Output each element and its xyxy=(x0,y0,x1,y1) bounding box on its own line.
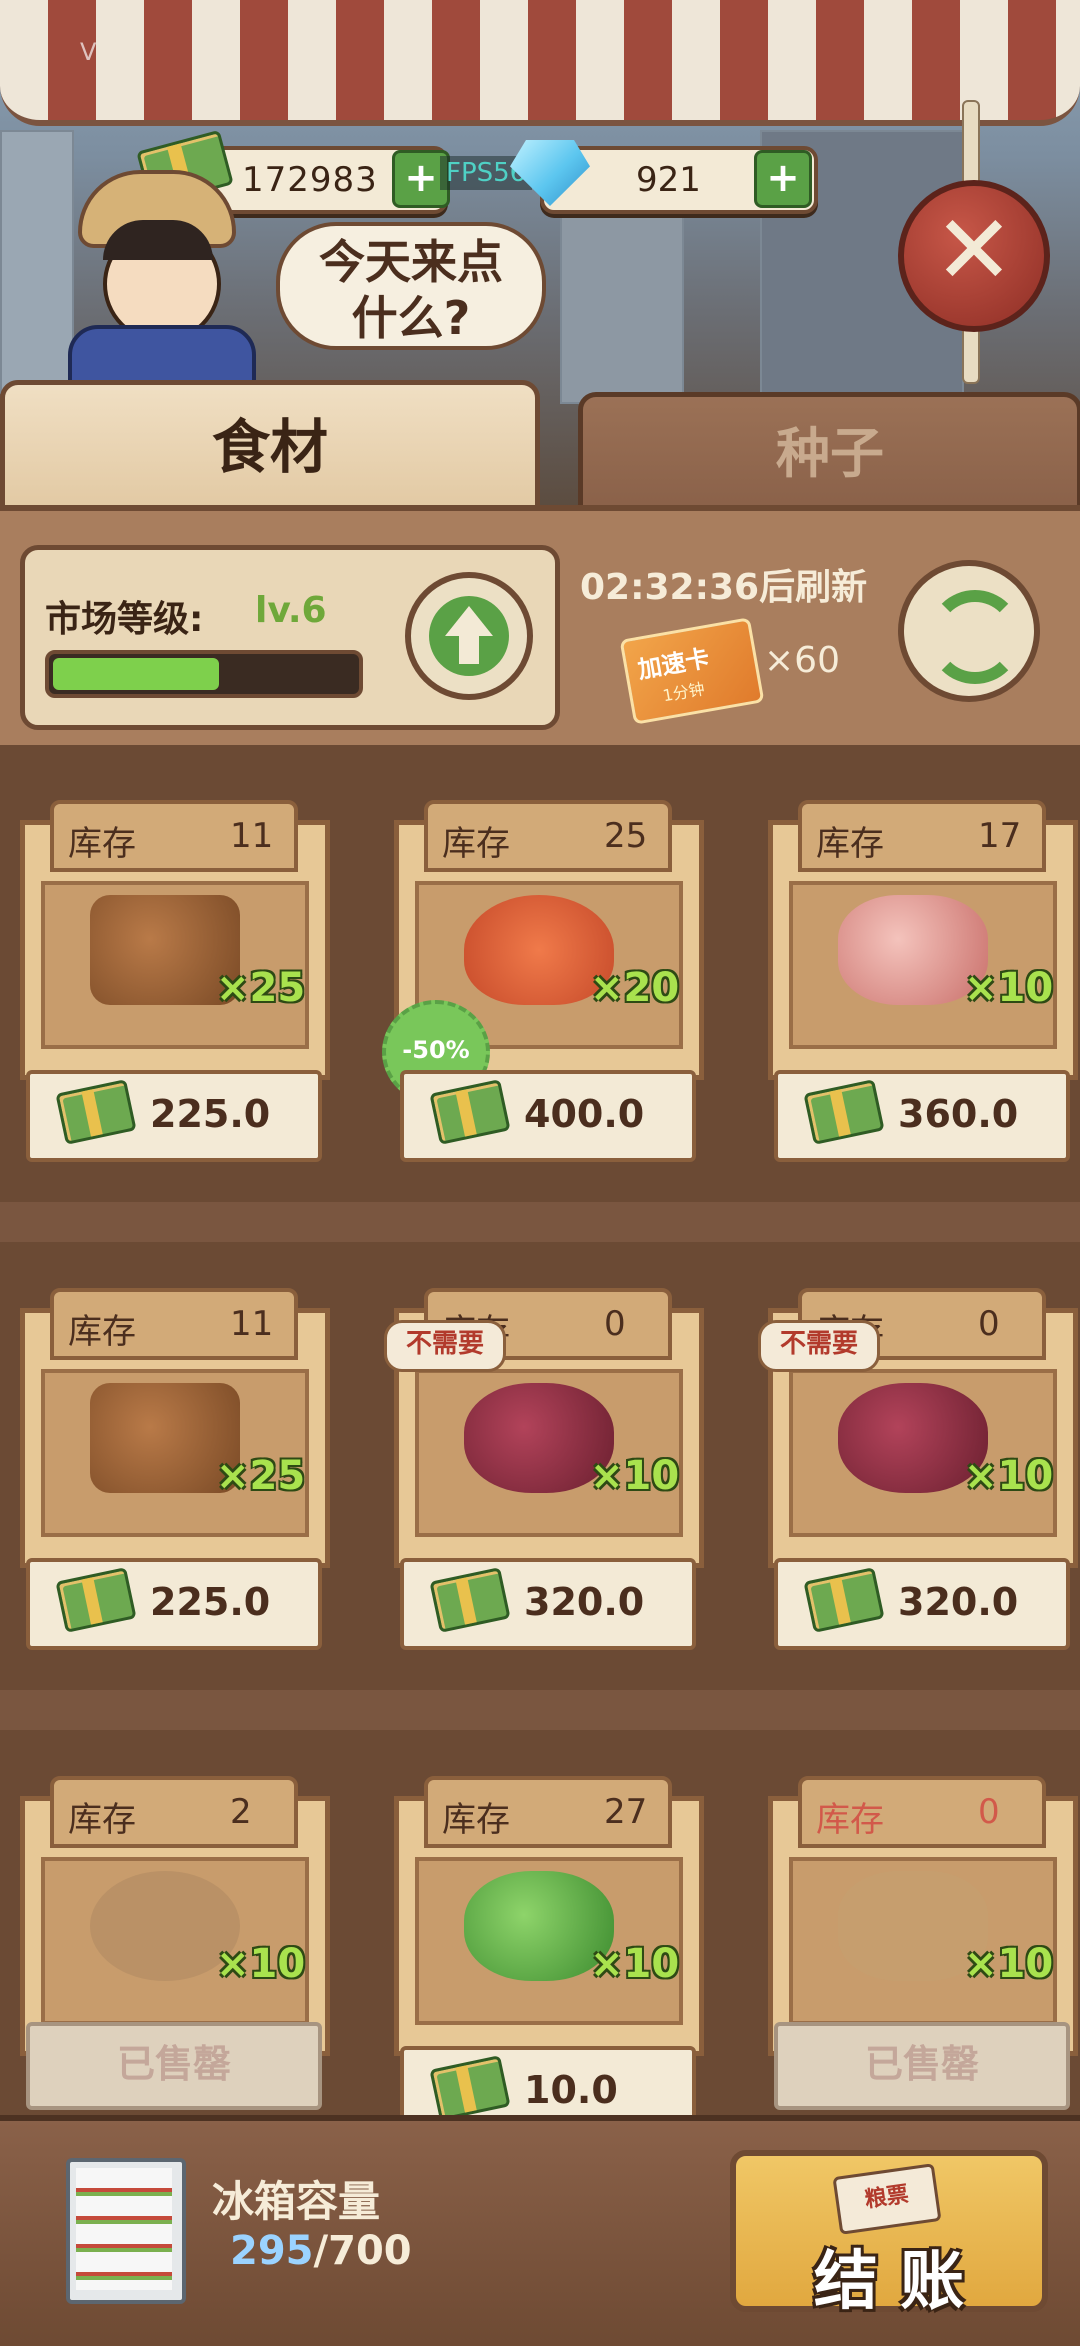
checkout-button[interactable]: 粮票 结 账 xyxy=(730,2150,1048,2319)
close-icon: ✕ xyxy=(933,194,1015,306)
checkout-label: 结 账 xyxy=(813,2245,965,2319)
fridge-capacity-value: 295/700 xyxy=(230,2228,412,2274)
fridge-icon xyxy=(66,2158,186,2304)
cash-icon xyxy=(55,1079,137,1145)
item-price: 320.0 xyxy=(524,1580,645,1624)
shelf xyxy=(0,1202,1080,1242)
ticket-icon: 粮票 xyxy=(832,2163,942,2235)
stock-count: 25 xyxy=(604,816,648,856)
refresh-icon xyxy=(928,590,1022,684)
cash-icon xyxy=(55,1567,137,1633)
add-gems-button[interactable]: + xyxy=(754,150,812,208)
stock-label: 库存 xyxy=(442,824,510,864)
stock-tab: 库存 2 xyxy=(50,1776,298,1848)
version-text: V xyxy=(80,38,97,66)
speech-line-1: 今天来点 xyxy=(319,235,503,289)
speech-bubble: 今天来点 什么? xyxy=(276,222,546,350)
tab-ingredients[interactable]: 食材 xyxy=(0,380,540,515)
market-level-label: 市场等级: xyxy=(45,599,204,640)
buy-button[interactable]: 320.0 xyxy=(400,1558,696,1650)
stock-count: 0 xyxy=(978,1792,1000,1832)
buy-button[interactable]: 360.0 xyxy=(774,1070,1070,1162)
stock-label: 库存 xyxy=(68,1312,136,1352)
item-price: 360.0 xyxy=(898,1092,1019,1136)
level-progress-track xyxy=(45,650,363,698)
stock-count: 27 xyxy=(604,1792,648,1832)
upgrade-market-button[interactable] xyxy=(405,572,533,700)
stock-count: 11 xyxy=(230,816,274,856)
buy-button[interactable]: 400.0 xyxy=(400,1070,696,1162)
sold-out-label: 已售罄 xyxy=(26,2022,322,2110)
bundle-quantity: ×25 xyxy=(216,965,306,1011)
stock-count: 17 xyxy=(978,816,1022,856)
bundle-quantity: ×10 xyxy=(964,965,1054,1011)
stock-tab: 库存 11 xyxy=(50,1288,298,1360)
item-price: 225.0 xyxy=(150,1092,271,1136)
buy-button[interactable]: 225.0 xyxy=(26,1070,322,1162)
tab-seeds[interactable]: 种子 xyxy=(578,392,1080,515)
item-price: 10.0 xyxy=(524,2068,618,2112)
stock-count: 0 xyxy=(604,1304,626,1344)
cash-amount: 172983 xyxy=(242,160,378,200)
stock-label: 库存 xyxy=(442,1800,510,1840)
stall-awning xyxy=(0,0,1080,126)
not-needed-tag: 不需要 xyxy=(758,1320,880,1372)
up-arrow-icon xyxy=(429,596,509,676)
stock-count: 0 xyxy=(978,1304,1000,1344)
stock-tab: 库存 17 xyxy=(798,800,1046,872)
bundle-quantity: ×10 xyxy=(590,1453,680,1499)
speech-line-2: 什么? xyxy=(351,291,471,345)
bundle-quantity: ×10 xyxy=(590,1941,680,1987)
stock-label: 库存 xyxy=(68,1800,136,1840)
cash-icon xyxy=(429,2055,511,2121)
bundle-quantity: ×20 xyxy=(590,965,680,1011)
stock-tab: 库存 0 xyxy=(798,1776,1046,1848)
bundle-quantity: ×10 xyxy=(964,1453,1054,1499)
cash-icon xyxy=(429,1567,511,1633)
fridge-total: /700 xyxy=(313,2228,412,2274)
item-price: 225.0 xyxy=(150,1580,271,1624)
fridge-capacity-label: 冰箱容量 xyxy=(212,2177,381,2226)
stock-count: 11 xyxy=(230,1304,274,1344)
market-level-value: lv.6 xyxy=(255,590,327,631)
stock-tab: 库存 25 xyxy=(424,800,672,872)
cash-icon xyxy=(803,1567,885,1633)
buy-button[interactable]: 225.0 xyxy=(26,1558,322,1650)
stock-label: 库存 xyxy=(816,1800,884,1840)
cash-icon xyxy=(429,1079,511,1145)
bundle-quantity: ×25 xyxy=(216,1453,306,1499)
cash-icon xyxy=(803,1079,885,1145)
refresh-timer: 02:32:36后刷新 xyxy=(580,567,868,608)
fridge-used: 295 xyxy=(230,2228,314,2274)
bundle-quantity: ×10 xyxy=(216,1941,306,1987)
stock-tab: 库存 27 xyxy=(424,1776,672,1848)
level-progress-fill xyxy=(53,658,219,690)
buy-button[interactable]: 320.0 xyxy=(774,1558,1070,1650)
market-level-box: 市场等级: lv.6 xyxy=(20,545,560,730)
shelf xyxy=(0,1690,1080,1730)
stock-count: 2 xyxy=(230,1792,252,1832)
sold-out-label: 已售罄 xyxy=(774,2022,1070,2110)
not-needed-tag: 不需要 xyxy=(384,1320,506,1372)
close-button[interactable]: ✕ xyxy=(898,180,1050,332)
refresh-button[interactable] xyxy=(898,560,1040,702)
speed-card-count: ×60 xyxy=(764,640,840,681)
stock-tab: 库存 11 xyxy=(50,800,298,872)
gem-amount: 921 xyxy=(636,160,701,200)
item-price: 320.0 xyxy=(898,1580,1019,1624)
stock-label: 库存 xyxy=(816,824,884,864)
item-price: 400.0 xyxy=(524,1092,645,1136)
stock-label: 库存 xyxy=(68,824,136,864)
bundle-quantity: ×10 xyxy=(964,1941,1054,1987)
shopkeeper-character xyxy=(48,150,258,403)
